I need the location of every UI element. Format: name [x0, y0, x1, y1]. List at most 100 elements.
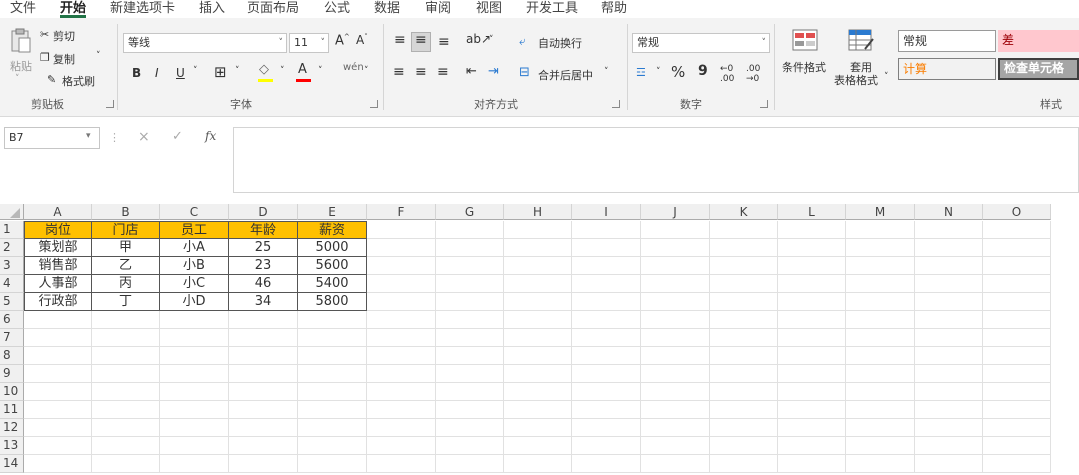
shrink-font-icon[interactable]: A˅ [356, 33, 368, 47]
format-painter-icon[interactable]: ✎ [47, 73, 56, 86]
cell-g10[interactable] [436, 383, 504, 401]
cell-f4[interactable] [367, 275, 436, 293]
cell-h10[interactable] [504, 383, 572, 401]
row-header-13[interactable]: 13 [0, 437, 24, 455]
cell-k4[interactable] [710, 275, 778, 293]
cell-l6[interactable] [778, 311, 846, 329]
cell-k5[interactable] [710, 293, 778, 311]
cell-e12[interactable] [298, 419, 367, 437]
cell-i6[interactable] [572, 311, 641, 329]
cell-c14[interactable] [160, 455, 229, 473]
number-format-select[interactable]: 常规 ˅ [632, 33, 770, 53]
cell-m11[interactable] [846, 401, 915, 419]
cell-j12[interactable] [641, 419, 710, 437]
cell-l10[interactable] [778, 383, 846, 401]
cell-c3[interactable]: 小B [160, 257, 229, 275]
cell-a1[interactable]: 岗位 [24, 221, 92, 239]
cell-a12[interactable] [24, 419, 92, 437]
style-calculation[interactable]: 计算 [898, 58, 996, 80]
format-painter-button[interactable]: 格式刷 [62, 73, 95, 89]
bold-button[interactable]: B [132, 66, 141, 80]
cell-j6[interactable] [641, 311, 710, 329]
tab-formulas[interactable]: 公式 [324, 0, 350, 16]
tab-page-layout[interactable]: 页面布局 [247, 0, 299, 16]
cell-g4[interactable] [436, 275, 504, 293]
tab-new[interactable]: 新建选项卡 [110, 0, 175, 16]
cell-d8[interactable] [229, 347, 298, 365]
cell-d2[interactable]: 25 [229, 239, 298, 257]
cell-d4[interactable]: 46 [229, 275, 298, 293]
cell-k8[interactable] [710, 347, 778, 365]
cell-l9[interactable] [778, 365, 846, 383]
cell-j9[interactable] [641, 365, 710, 383]
row-header-10[interactable]: 10 [0, 383, 24, 401]
cell-f9[interactable] [367, 365, 436, 383]
row-header-1[interactable]: 1 [0, 221, 24, 239]
cell-j14[interactable] [641, 455, 710, 473]
column-header-l[interactable]: L [778, 204, 846, 220]
cell-a13[interactable] [24, 437, 92, 455]
cell-o14[interactable] [983, 455, 1051, 473]
cell-n2[interactable] [915, 239, 983, 257]
decrease-decimal-icon[interactable]: .00 →0 [746, 64, 760, 84]
cell-d14[interactable] [229, 455, 298, 473]
cell-g6[interactable] [436, 311, 504, 329]
cell-j5[interactable] [641, 293, 710, 311]
cell-h5[interactable] [504, 293, 572, 311]
number-launcher-icon[interactable] [760, 100, 768, 108]
column-header-i[interactable]: I [572, 204, 641, 220]
tab-review[interactable]: 审阅 [425, 0, 451, 16]
cell-l5[interactable] [778, 293, 846, 311]
border-icon[interactable]: ⊞ [214, 63, 227, 81]
align-center-icon[interactable]: ≡ [415, 64, 427, 80]
increase-indent-icon[interactable]: ⇥ [488, 64, 499, 79]
cell-h2[interactable] [504, 239, 572, 257]
cell-e11[interactable] [298, 401, 367, 419]
decrease-indent-icon[interactable]: ⇤ [466, 64, 477, 79]
cell-i2[interactable] [572, 239, 641, 257]
cut-button[interactable]: 剪切 [53, 28, 75, 44]
cell-f6[interactable] [367, 311, 436, 329]
cell-c13[interactable] [160, 437, 229, 455]
cell-c6[interactable] [160, 311, 229, 329]
cell-f1[interactable] [367, 221, 436, 239]
cell-m14[interactable] [846, 455, 915, 473]
cell-f11[interactable] [367, 401, 436, 419]
cell-b7[interactable] [92, 329, 160, 347]
cell-f7[interactable] [367, 329, 436, 347]
copy-icon[interactable]: ❐ [40, 51, 50, 64]
cell-m8[interactable] [846, 347, 915, 365]
cell-j8[interactable] [641, 347, 710, 365]
column-header-e[interactable]: E [298, 204, 367, 220]
conditional-format-icon[interactable] [791, 28, 819, 52]
cell-g5[interactable] [436, 293, 504, 311]
cell-o10[interactable] [983, 383, 1051, 401]
cell-f10[interactable] [367, 383, 436, 401]
cell-j3[interactable] [641, 257, 710, 275]
cell-i9[interactable] [572, 365, 641, 383]
cell-o5[interactable] [983, 293, 1051, 311]
cell-d13[interactable] [229, 437, 298, 455]
cell-j11[interactable] [641, 401, 710, 419]
style-normal[interactable]: 常规 [898, 30, 996, 52]
cell-b2[interactable]: 甲 [92, 239, 160, 257]
cell-g12[interactable] [436, 419, 504, 437]
cell-o2[interactable] [983, 239, 1051, 257]
cell-m5[interactable] [846, 293, 915, 311]
cell-k7[interactable] [710, 329, 778, 347]
font-launcher-icon[interactable] [370, 100, 378, 108]
cell-n14[interactable] [915, 455, 983, 473]
cell-o9[interactable] [983, 365, 1051, 383]
cell-m6[interactable] [846, 311, 915, 329]
cell-i14[interactable] [572, 455, 641, 473]
cell-o6[interactable] [983, 311, 1051, 329]
tab-view[interactable]: 视图 [476, 0, 502, 16]
cell-i7[interactable] [572, 329, 641, 347]
cell-i8[interactable] [572, 347, 641, 365]
cell-e3[interactable]: 5600 [298, 257, 367, 275]
format-as-table-icon[interactable] [847, 28, 875, 52]
column-header-n[interactable]: N [915, 204, 983, 220]
cell-i12[interactable] [572, 419, 641, 437]
cell-b13[interactable] [92, 437, 160, 455]
cell-c1[interactable]: 员工 [160, 221, 229, 239]
